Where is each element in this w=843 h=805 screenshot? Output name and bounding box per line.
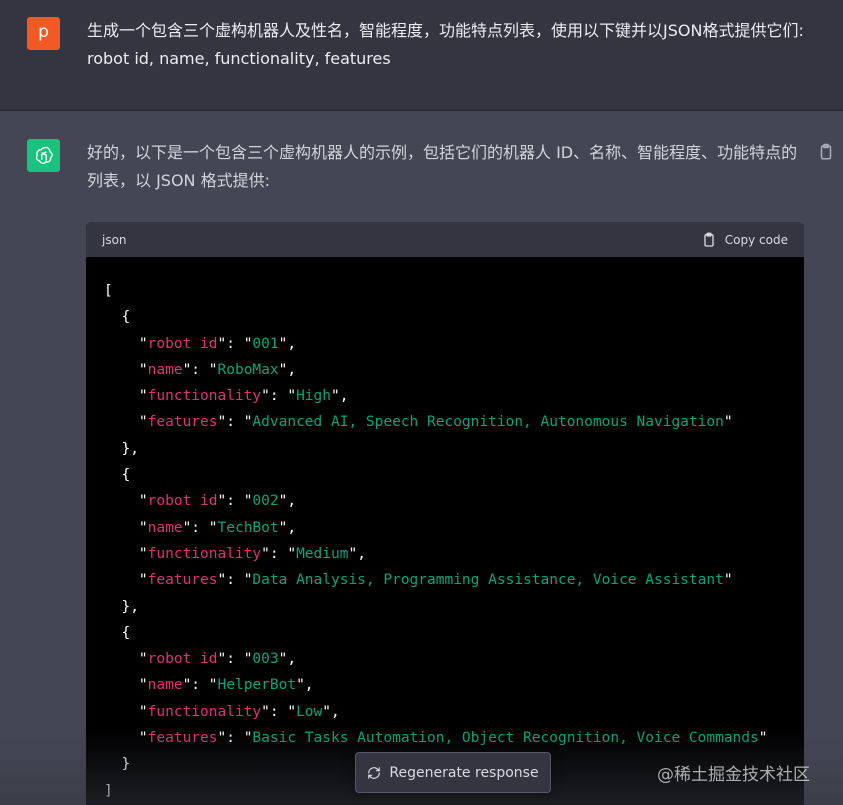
- json-key: features: [147, 730, 218, 747]
- user-message-row: p 生成一个包含三个虚构机器人及性名，智能程度，功能特点列表，使用以下键并以JS…: [0, 0, 843, 111]
- refresh-icon: [368, 766, 381, 779]
- json-code: [ { "robot id": "001", "name": "RoboMax"…: [86, 257, 804, 804]
- json-key: features: [147, 414, 218, 431]
- code-language-label: json: [102, 232, 127, 247]
- json-value: 001: [252, 335, 279, 352]
- json-key: robot id: [147, 335, 218, 352]
- openai-logo-icon: [27, 139, 60, 172]
- json-value: TechBot: [217, 519, 279, 536]
- user-avatar: p: [27, 17, 60, 50]
- json-value: High: [296, 388, 331, 405]
- json-value: RoboMax: [217, 361, 279, 378]
- open-bracket: [: [104, 283, 113, 299]
- regenerate-response-button[interactable]: Regenerate response: [355, 752, 551, 793]
- robot-object: { "robot id": "001", "name": "RoboMax", …: [121, 309, 733, 457]
- json-key: functionality: [147, 388, 262, 405]
- json-key: robot id: [147, 651, 218, 668]
- json-key: functionality: [147, 703, 262, 720]
- clipboard-icon[interactable]: [817, 143, 835, 161]
- chat-page: p 生成一个包含三个虚构机器人及性名，智能程度，功能特点列表，使用以下键并以JS…: [0, 0, 843, 805]
- json-value: 002: [252, 493, 279, 510]
- regenerate-response-label: Regenerate response: [389, 764, 539, 781]
- json-value: Medium: [296, 545, 349, 562]
- json-key: robot id: [147, 493, 218, 510]
- close-bracket: ]: [104, 782, 113, 799]
- code-block-header: json Copy code: [86, 222, 804, 257]
- robot-object: { "robot id": "002", "name": "TechBot", …: [121, 467, 733, 615]
- json-key: features: [147, 572, 218, 589]
- json-value: 003: [252, 651, 279, 668]
- watermark: @稀土掘金技术社区: [657, 765, 810, 785]
- copy-code-button[interactable]: Copy code: [701, 232, 788, 248]
- json-key: name: [147, 361, 183, 378]
- json-key: name: [147, 519, 183, 536]
- code-block: json Copy code [ { "robot id": "001", "n…: [86, 222, 804, 805]
- clipboard-icon: [704, 232, 714, 247]
- robot-object: { "robot id": "003", "name": "HelperBot"…: [121, 624, 768, 773]
- json-key: functionality: [147, 545, 262, 562]
- assistant-message-row: 好的，以下是一个包含三个虚构机器人的示例，包括它们的机器人 ID、名称、智能程度…: [0, 111, 843, 805]
- user-message-text: 生成一个包含三个虚构机器人及性名，智能程度，功能特点列表，使用以下键并以JSON…: [87, 21, 804, 68]
- copy-code-label: Copy code: [724, 232, 788, 247]
- json-value: HelperBot: [217, 677, 297, 694]
- json-value: Basic Tasks Automation, Object Recogniti…: [252, 730, 759, 747]
- json-value: Data Analysis, Programming Assistance, V…: [252, 572, 724, 589]
- json-key: name: [147, 677, 183, 694]
- json-value: Advanced AI, Speech Recognition, Autonom…: [252, 414, 724, 431]
- json-value: Low: [296, 703, 323, 720]
- assistant-intro-text: 好的，以下是一个包含三个虚构机器人的示例，包括它们的机器人 ID、名称、智能程度…: [87, 143, 798, 190]
